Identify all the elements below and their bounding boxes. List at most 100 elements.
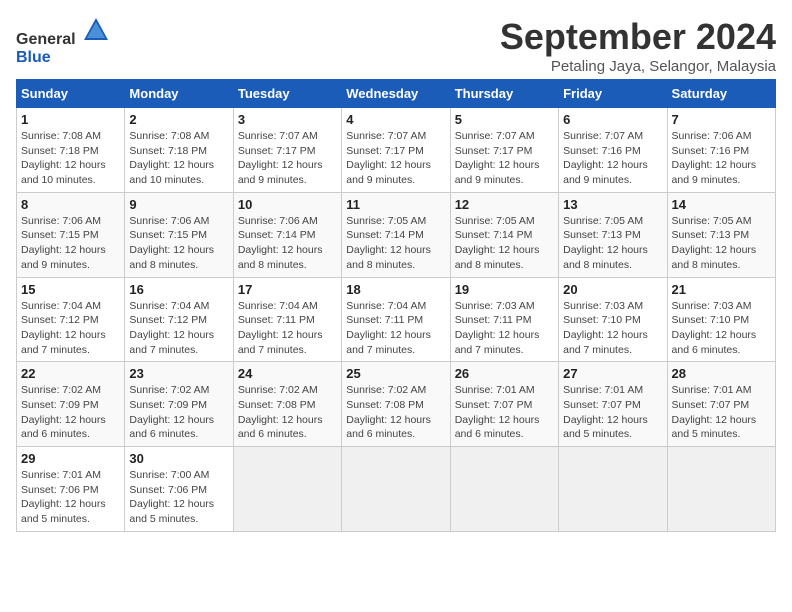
calendar-day-cell: 21 Sunrise: 7:03 AM Sunset: 7:10 PM Dayli… — [667, 277, 775, 362]
day-info: Sunrise: 7:03 AM Sunset: 7:11 PM Dayligh… — [455, 299, 554, 358]
day-info: Sunrise: 7:02 AM Sunset: 7:08 PM Dayligh… — [346, 383, 445, 442]
day-number: 15 — [21, 282, 120, 297]
title-block: September 2024 Petaling Jaya, Selangor, … — [500, 16, 776, 75]
day-number: 24 — [238, 366, 337, 381]
day-info: Sunrise: 7:07 AM Sunset: 7:16 PM Dayligh… — [563, 129, 662, 188]
calendar-day-cell: 28Sunrise: 7:01 AM Sunset: 7:07 PM Dayli… — [667, 362, 775, 447]
day-info: Sunrise: 7:01 AM Sunset: 7:06 PM Dayligh… — [21, 468, 120, 527]
day-number: 16 — [129, 282, 228, 297]
day-number: 30 — [129, 451, 228, 466]
calendar-day-cell — [450, 447, 558, 532]
calendar-day-cell: 12 Sunrise: 7:05 AM Sunset: 7:14 PM Dayli… — [450, 192, 558, 277]
calendar-day-cell: 3 Sunrise: 7:07 AM Sunset: 7:17 PM Daylig… — [233, 108, 341, 193]
day-info: Sunrise: 7:06 AM Sunset: 7:15 PM Dayligh… — [21, 214, 120, 273]
day-info: Sunrise: 7:03 AM Sunset: 7:10 PM Dayligh… — [563, 299, 662, 358]
day-number: 1 — [21, 112, 120, 127]
day-number: 23 — [129, 366, 228, 381]
logo-text: General Blue — [16, 16, 110, 67]
calendar-day-cell: 1 Sunrise: 7:08 AM Sunset: 7:18 PM Daylig… — [17, 108, 125, 193]
weekday-header: Thursday — [450, 80, 558, 108]
calendar-day-cell — [667, 447, 775, 532]
calendar-day-cell: 22 Sunrise: 7:02 AM Sunset: 7:09 PM Dayli… — [17, 362, 125, 447]
weekday-header: Sunday — [17, 80, 125, 108]
calendar-week-row: 8 Sunrise: 7:06 AM Sunset: 7:15 PM Daylig… — [17, 192, 776, 277]
calendar-day-cell: 5Sunrise: 7:07 AM Sunset: 7:17 PM Daylig… — [450, 108, 558, 193]
calendar-day-cell: 23 Sunrise: 7:02 AM Sunset: 7:09 PM Dayli… — [125, 362, 233, 447]
header: General Blue September 2024 Petaling Jay… — [16, 16, 776, 75]
day-number: 19 — [455, 282, 554, 297]
calendar-day-cell — [233, 447, 341, 532]
calendar-day-cell: 20 Sunrise: 7:03 AM Sunset: 7:10 PM Dayli… — [559, 277, 667, 362]
logo-general: General — [16, 31, 76, 48]
calendar-day-cell — [342, 447, 450, 532]
day-number: 5 — [455, 112, 554, 127]
day-number: 17 — [238, 282, 337, 297]
calendar-day-cell: 24Sunrise: 7:02 AM Sunset: 7:08 PM Dayli… — [233, 362, 341, 447]
calendar-day-cell: 15 Sunrise: 7:04 AM Sunset: 7:12 PM Dayli… — [17, 277, 125, 362]
calendar-day-cell: 6 Sunrise: 7:07 AM Sunset: 7:16 PM Daylig… — [559, 108, 667, 193]
calendar-week-row: 1 Sunrise: 7:08 AM Sunset: 7:18 PM Daylig… — [17, 108, 776, 193]
day-info: Sunrise: 7:05 AM Sunset: 7:13 PM Dayligh… — [672, 214, 771, 273]
page-container: General Blue September 2024 Petaling Jay… — [16, 16, 776, 532]
day-info: Sunrise: 7:07 AM Sunset: 7:17 PM Dayligh… — [238, 129, 337, 188]
calendar-day-cell: 4Sunrise: 7:07 AM Sunset: 7:17 PM Daylig… — [342, 108, 450, 193]
calendar-day-cell: 26 Sunrise: 7:01 AM Sunset: 7:07 PM Dayli… — [450, 362, 558, 447]
day-info: Sunrise: 7:08 AM Sunset: 7:18 PM Dayligh… — [21, 129, 120, 188]
weekday-header: Wednesday — [342, 80, 450, 108]
calendar-day-cell: 30Sunrise: 7:00 AM Sunset: 7:06 PM Dayli… — [125, 447, 233, 532]
day-number: 25 — [346, 366, 445, 381]
day-info: Sunrise: 7:02 AM Sunset: 7:09 PM Dayligh… — [129, 383, 228, 442]
day-info: Sunrise: 7:06 AM Sunset: 7:16 PM Dayligh… — [672, 129, 771, 188]
weekday-header: Monday — [125, 80, 233, 108]
calendar-day-cell: 25 Sunrise: 7:02 AM Sunset: 7:08 PM Dayli… — [342, 362, 450, 447]
day-number: 8 — [21, 197, 120, 212]
weekday-header: Tuesday — [233, 80, 341, 108]
calendar-day-cell: 7 Sunrise: 7:06 AM Sunset: 7:16 PM Daylig… — [667, 108, 775, 193]
location-title: Petaling Jaya, Selangor, Malaysia — [500, 58, 776, 75]
weekday-header: Saturday — [667, 80, 775, 108]
calendar-day-cell: 8 Sunrise: 7:06 AM Sunset: 7:15 PM Daylig… — [17, 192, 125, 277]
day-number: 21 — [672, 282, 771, 297]
day-number: 10 — [238, 197, 337, 212]
day-number: 3 — [238, 112, 337, 127]
calendar-day-cell: 2Sunrise: 7:08 AM Sunset: 7:18 PM Daylig… — [125, 108, 233, 193]
logo-blue: Blue — [16, 49, 51, 66]
day-info: Sunrise: 7:01 AM Sunset: 7:07 PM Dayligh… — [672, 383, 771, 442]
day-number: 6 — [563, 112, 662, 127]
calendar-table: SundayMondayTuesdayWednesdayThursdayFrid… — [16, 79, 776, 532]
calendar-day-cell: 18Sunrise: 7:04 AM Sunset: 7:11 PM Dayli… — [342, 277, 450, 362]
day-number: 22 — [21, 366, 120, 381]
calendar-week-row: 22 Sunrise: 7:02 AM Sunset: 7:09 PM Dayli… — [17, 362, 776, 447]
day-number: 26 — [455, 366, 554, 381]
day-number: 12 — [455, 197, 554, 212]
calendar-day-cell: 14 Sunrise: 7:05 AM Sunset: 7:13 PM Dayli… — [667, 192, 775, 277]
logo-icon — [82, 16, 110, 44]
day-number: 9 — [129, 197, 228, 212]
day-number: 11 — [346, 197, 445, 212]
day-info: Sunrise: 7:06 AM Sunset: 7:14 PM Dayligh… — [238, 214, 337, 273]
day-info: Sunrise: 7:06 AM Sunset: 7:15 PM Dayligh… — [129, 214, 228, 273]
calendar-day-cell: 17 Sunrise: 7:04 AM Sunset: 7:11 PM Dayli… — [233, 277, 341, 362]
day-number: 13 — [563, 197, 662, 212]
day-number: 7 — [672, 112, 771, 127]
month-title: September 2024 — [500, 16, 776, 58]
day-info: Sunrise: 7:01 AM Sunset: 7:07 PM Dayligh… — [455, 383, 554, 442]
calendar-day-cell: 19 Sunrise: 7:03 AM Sunset: 7:11 PM Dayli… — [450, 277, 558, 362]
day-number: 2 — [129, 112, 228, 127]
calendar-day-cell: 27Sunrise: 7:01 AM Sunset: 7:07 PM Dayli… — [559, 362, 667, 447]
calendar-day-cell: 29 Sunrise: 7:01 AM Sunset: 7:06 PM Dayli… — [17, 447, 125, 532]
weekday-header-row: SundayMondayTuesdayWednesdayThursdayFrid… — [17, 80, 776, 108]
day-info: Sunrise: 7:03 AM Sunset: 7:10 PM Dayligh… — [672, 299, 771, 358]
calendar-week-row: 29 Sunrise: 7:01 AM Sunset: 7:06 PM Dayli… — [17, 447, 776, 532]
day-number: 14 — [672, 197, 771, 212]
day-number: 20 — [563, 282, 662, 297]
day-number: 18 — [346, 282, 445, 297]
day-info: Sunrise: 7:05 AM Sunset: 7:14 PM Dayligh… — [455, 214, 554, 273]
day-info: Sunrise: 7:02 AM Sunset: 7:09 PM Dayligh… — [21, 383, 120, 442]
day-info: Sunrise: 7:04 AM Sunset: 7:12 PM Dayligh… — [21, 299, 120, 358]
calendar-day-cell: 13Sunrise: 7:05 AM Sunset: 7:13 PM Dayli… — [559, 192, 667, 277]
day-number: 29 — [21, 451, 120, 466]
day-number: 4 — [346, 112, 445, 127]
calendar-week-row: 15 Sunrise: 7:04 AM Sunset: 7:12 PM Dayli… — [17, 277, 776, 362]
day-info: Sunrise: 7:04 AM Sunset: 7:11 PM Dayligh… — [238, 299, 337, 358]
